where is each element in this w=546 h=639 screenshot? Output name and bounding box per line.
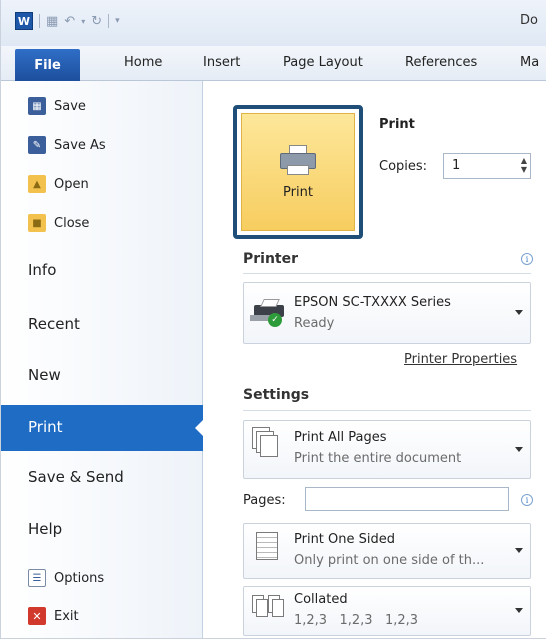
quick-access-toolbar: W ▦ ↶ ▾ ↻ ▾ bbox=[15, 12, 120, 30]
save-icon[interactable]: ▦ bbox=[46, 14, 58, 29]
collate-subtitle: 1,2,3 1,2,3 1,2,3 bbox=[294, 613, 419, 628]
chevron-down-icon bbox=[515, 310, 523, 315]
tab-page-layout[interactable]: Page Layout bbox=[283, 55, 363, 70]
collated-icon bbox=[252, 595, 284, 627]
copies-spinner[interactable]: 1 ▲ ▼ bbox=[443, 153, 531, 179]
print-pages-dropdown[interactable]: Print All Pages Print the entire documen… bbox=[243, 420, 531, 479]
print-heading: Print bbox=[379, 117, 415, 132]
redo-icon[interactable]: ↻ bbox=[91, 14, 102, 29]
exit-icon: ✕ bbox=[28, 607, 46, 625]
print-pages-title: Print All Pages bbox=[294, 430, 387, 445]
customize-icon[interactable]: ▾ bbox=[115, 16, 120, 26]
ribbon-tabs: File Home Insert Page Layout References … bbox=[1, 46, 546, 81]
exit-label: Exit bbox=[54, 608, 79, 624]
copies-label: Copies: bbox=[379, 159, 428, 174]
printer-heading: Printer bbox=[243, 251, 299, 267]
qat-separator bbox=[39, 14, 40, 28]
pages-stack-icon bbox=[252, 427, 282, 459]
copies-value: 1 bbox=[452, 158, 461, 173]
info-icon[interactable]: i bbox=[521, 494, 533, 506]
printer-device-icon: ✓ bbox=[250, 299, 286, 327]
nav-save-and-send[interactable]: Save & Send bbox=[28, 468, 124, 486]
nav-print-label: Print bbox=[28, 418, 63, 436]
pages-input[interactable] bbox=[305, 487, 509, 511]
document-title: Do bbox=[520, 13, 538, 28]
print-sided-subtitle: Only print on one side of th... bbox=[294, 553, 485, 568]
title-bar: W ▦ ↶ ▾ ↻ ▾ Do bbox=[1, 0, 546, 46]
settings-heading: Settings bbox=[243, 387, 310, 403]
chevron-down-icon bbox=[515, 608, 523, 613]
tab-mailings[interactable]: Ma bbox=[520, 55, 539, 70]
save-as-label: Save As bbox=[54, 137, 106, 153]
word-backstage-window: W ▦ ↶ ▾ ↻ ▾ Do File Home Insert Page Lay… bbox=[0, 0, 546, 639]
options-icon: ☰ bbox=[28, 569, 46, 587]
tab-home[interactable]: Home bbox=[124, 55, 162, 70]
tab-file[interactable]: File bbox=[15, 49, 80, 81]
word-logo-icon[interactable]: W bbox=[15, 12, 33, 30]
backstage-sidebar: ▦ Save ✎ Save As ▲ Open ■ Close Info Rec… bbox=[1, 81, 204, 638]
printer-status: Ready bbox=[294, 316, 335, 331]
dropdown-icon[interactable]: ▾ bbox=[81, 17, 85, 26]
printer-icon bbox=[280, 144, 316, 175]
save-label: Save bbox=[54, 98, 86, 114]
save-command[interactable]: ▦ Save bbox=[28, 97, 86, 115]
divider bbox=[243, 273, 531, 274]
chevron-down-icon bbox=[515, 446, 523, 452]
exit-command[interactable]: ✕ Exit bbox=[28, 607, 79, 625]
qat-separator bbox=[108, 14, 110, 28]
print-sided-title: Print One Sided bbox=[294, 532, 396, 547]
print-sided-dropdown[interactable]: Print One Sided Only print on one side o… bbox=[243, 523, 531, 579]
nav-help[interactable]: Help bbox=[28, 520, 62, 538]
print-button[interactable]: Print bbox=[233, 105, 363, 239]
options-label: Options bbox=[54, 570, 105, 586]
open-command[interactable]: ▲ Open bbox=[28, 175, 89, 193]
pages-label: Pages: bbox=[243, 493, 286, 508]
print-button-face: Print bbox=[241, 113, 355, 231]
open-label: Open bbox=[54, 176, 89, 192]
printer-name: EPSON SC-TXXXX Series bbox=[294, 295, 451, 310]
undo-icon[interactable]: ↶ bbox=[64, 14, 75, 29]
status-check-icon: ✓ bbox=[268, 313, 282, 327]
chevron-down-icon bbox=[515, 548, 523, 553]
save-icon: ▦ bbox=[28, 97, 46, 115]
close-label: Close bbox=[54, 215, 90, 231]
printer-dropdown[interactable]: ✓ EPSON SC-TXXXX Series Ready bbox=[243, 282, 531, 344]
save-as-command[interactable]: ✎ Save As bbox=[28, 136, 106, 154]
print-button-label: Print bbox=[283, 184, 313, 200]
collate-title: Collated bbox=[294, 592, 348, 607]
close-folder-icon: ■ bbox=[28, 214, 46, 232]
nav-print[interactable]: Print bbox=[1, 405, 204, 451]
one-sided-icon bbox=[252, 530, 282, 562]
spin-arrows-icon[interactable]: ▲ ▼ bbox=[521, 156, 527, 174]
options-command[interactable]: ☰ Options bbox=[28, 569, 104, 587]
collate-dropdown[interactable]: Collated 1,2,3 1,2,3 1,2,3 bbox=[243, 586, 531, 636]
tab-references[interactable]: References bbox=[405, 55, 477, 70]
save-as-icon: ✎ bbox=[28, 136, 46, 154]
nav-recent[interactable]: Recent bbox=[28, 315, 80, 333]
info-icon[interactable]: i bbox=[521, 253, 533, 265]
print-pages-subtitle: Print the entire document bbox=[294, 451, 462, 466]
printer-properties-link[interactable]: Printer Properties bbox=[404, 352, 517, 367]
close-command[interactable]: ■ Close bbox=[28, 214, 89, 232]
print-panel: Print Print Copies: 1 ▲ ▼ Printer i ✓ EPS… bbox=[203, 81, 546, 638]
nav-new[interactable]: New bbox=[28, 366, 61, 384]
tab-insert[interactable]: Insert bbox=[203, 55, 240, 70]
open-folder-icon: ▲ bbox=[28, 175, 46, 193]
nav-info[interactable]: Info bbox=[28, 261, 56, 279]
divider bbox=[243, 410, 531, 411]
